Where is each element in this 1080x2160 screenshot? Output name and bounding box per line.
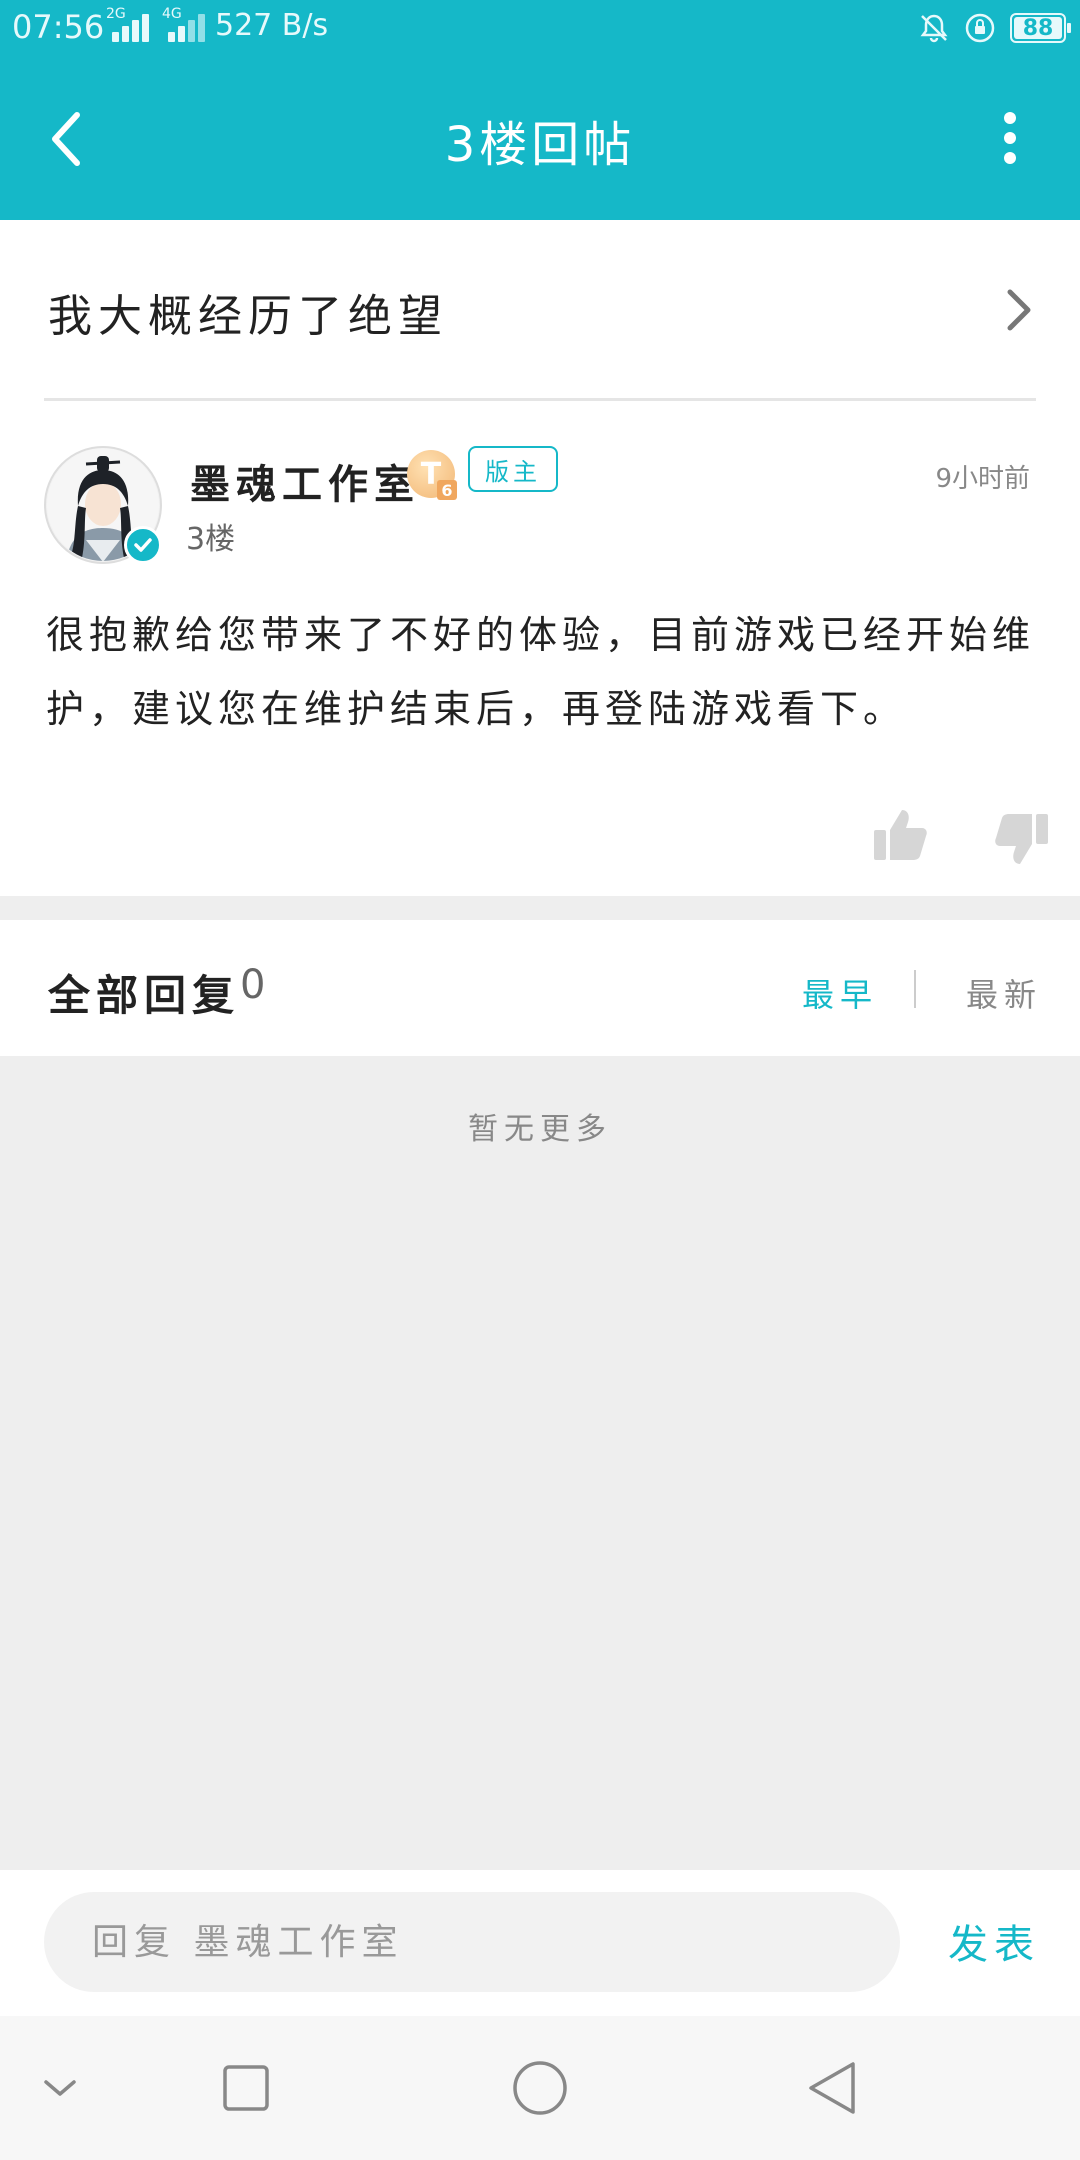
battery-level: 88 (1022, 15, 1054, 41)
nav-hide-button[interactable] (28, 2056, 92, 2120)
verified-icon (124, 526, 162, 564)
thread-link[interactable]: 我大概经历了绝望 (0, 222, 1080, 400)
empty-state-text: 暂无更多 (468, 1112, 612, 1147)
divider (44, 398, 1036, 401)
battery-icon: 88 (1010, 13, 1071, 43)
more-button[interactable] (1000, 112, 1020, 164)
reply-input[interactable] (44, 1892, 900, 1992)
post-time: 9小时前 (935, 464, 1030, 494)
sort-newest-tab[interactable]: 最新 (966, 970, 1042, 1016)
system-nav-bar (0, 2016, 1080, 2160)
status-time: 07:56 (12, 8, 105, 46)
nav-recents-button[interactable] (214, 2056, 278, 2120)
replies-header: 全部回复 0 最早 最新 (0, 920, 1080, 1056)
reply-bar: 发表 (0, 1870, 1080, 2016)
dislike-button[interactable] (994, 810, 1050, 868)
network-label-1: 2G (106, 6, 126, 22)
author-name[interactable]: 墨魂工作室 (190, 452, 420, 510)
page-title: 3楼回帖 (444, 117, 636, 173)
status-right: 88 (918, 8, 1071, 48)
chevron-down-icon (44, 2080, 76, 2096)
post-body: 很抱歉给您带来了不好的体验，目前游戏已经开始维护，建议您在维护结束后，再登陆游戏… (46, 613, 1036, 731)
level-badge: T 6 (407, 450, 457, 500)
level-badge-number: 6 (437, 480, 457, 500)
app-screen: 07:56 2G 4G 527 B/s 88 3楼回帖 我大概经历了绝望 墨魂工… (0, 0, 1080, 2160)
section-gap (0, 896, 1080, 920)
replies-count: 0 (240, 962, 266, 1008)
floor-label: 3楼 (186, 522, 236, 557)
nav-home-button[interactable] (508, 2056, 572, 2120)
thumbs-up-icon (874, 810, 927, 860)
bell-off-icon (920, 14, 948, 43)
thread-title: 我大概经历了绝望 (48, 291, 448, 342)
triangle-back-icon (809, 2062, 855, 2114)
thumbs-down-icon (995, 814, 1048, 864)
status-bar: 07:56 2G 4G 527 B/s 88 (0, 0, 1080, 55)
moderator-badge: 版主 (468, 446, 558, 492)
network-speed: 527 B/s (215, 8, 329, 43)
top-bar: 07:56 2G 4G 527 B/s 88 3楼回帖 (0, 0, 1080, 220)
circle-icon (513, 2061, 567, 2115)
sort-earliest-tab[interactable]: 最早 (802, 970, 878, 1016)
sort-divider (914, 970, 916, 1008)
nav-back-button[interactable] (800, 2056, 864, 2120)
replies-title: 全部回复 (48, 971, 241, 1020)
square-icon (223, 2065, 269, 2111)
network-label-2: 4G (162, 6, 182, 22)
rotation-lock-icon (965, 13, 995, 43)
more-vertical-icon (1004, 112, 1016, 124)
replies-list: 暂无更多 (0, 1056, 1080, 1870)
publish-button[interactable]: 发表 (948, 1912, 1040, 1970)
like-button[interactable] (872, 806, 928, 864)
chevron-right-icon (1007, 289, 1031, 331)
